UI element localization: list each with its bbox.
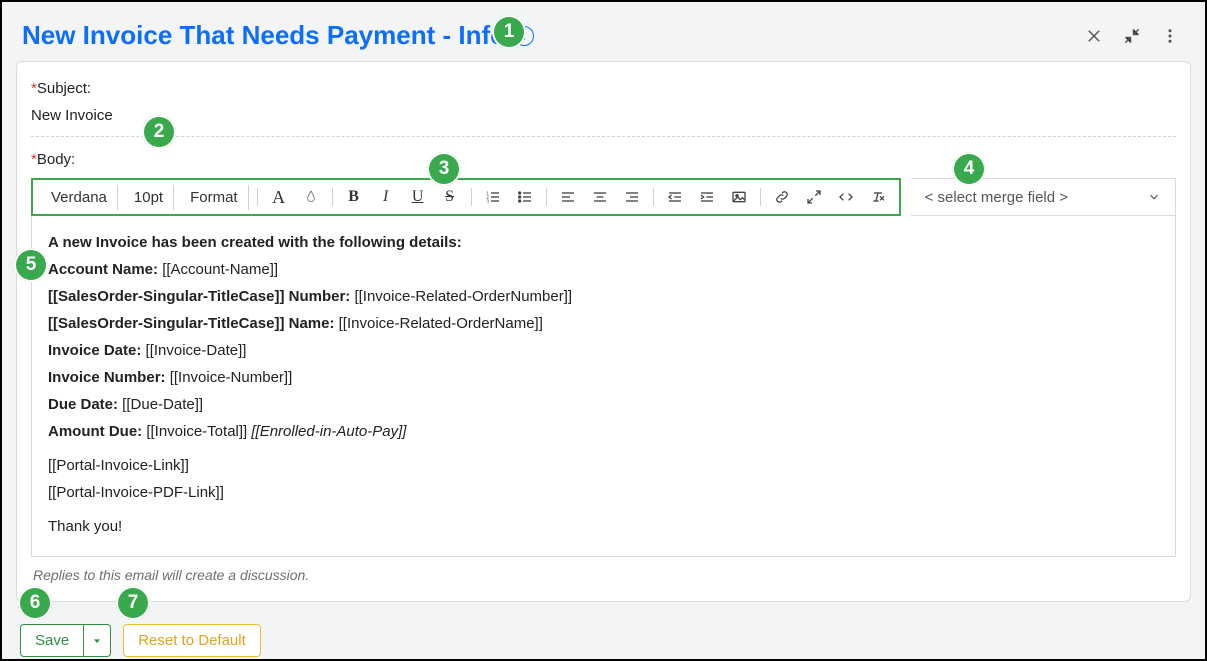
editor-line: A new Invoice has been created with the … bbox=[48, 231, 1159, 255]
editor-line: [[Portal-Invoice-Link]] bbox=[48, 454, 1159, 478]
svg-text:3: 3 bbox=[486, 198, 489, 203]
align-left-button[interactable] bbox=[555, 184, 581, 210]
merge-field-label: < select merge field > bbox=[925, 189, 1068, 206]
editor-card: *Subject: New Invoice *Body: Verdana 10p… bbox=[16, 61, 1191, 602]
font-color-button[interactable]: A bbox=[266, 184, 292, 210]
align-right-button[interactable] bbox=[619, 184, 645, 210]
ordered-list-button[interactable]: 123 bbox=[480, 184, 506, 210]
editor-line: [[Portal-Invoice-PDF-Link]] bbox=[48, 481, 1159, 505]
reset-to-default-button[interactable]: Reset to Default bbox=[123, 624, 261, 657]
font-size-select[interactable]: 10pt bbox=[124, 185, 174, 210]
bold-button[interactable]: B bbox=[341, 184, 367, 210]
close-icon[interactable] bbox=[1085, 27, 1103, 45]
editor-line: Due Date: [[Due-Date]] bbox=[48, 393, 1159, 417]
highlight-button[interactable] bbox=[298, 184, 324, 210]
header-actions bbox=[1085, 27, 1185, 45]
page-header: New Invoice That Needs Payment - Info i bbox=[2, 2, 1205, 61]
chevron-down-icon bbox=[1147, 190, 1161, 204]
outdent-button[interactable] bbox=[662, 184, 688, 210]
save-dropdown-button[interactable] bbox=[84, 625, 110, 656]
body-editor[interactable]: A new Invoice has been created with the … bbox=[31, 216, 1176, 557]
strikethrough-button[interactable]: S bbox=[437, 184, 463, 210]
editor-line: Amount Due: [[Invoice-Total]] [[Enrolled… bbox=[48, 420, 1159, 444]
editor-line: [[SalesOrder-Singular-TitleCase]] Number… bbox=[48, 285, 1159, 309]
underline-button[interactable]: U bbox=[405, 184, 431, 210]
editor-line: Invoice Number: [[Invoice-Number]] bbox=[48, 366, 1159, 390]
editor-line: Invoice Date: [[Invoice-Date]] bbox=[48, 339, 1159, 363]
callout-5: 5 bbox=[14, 248, 48, 282]
unordered-list-button[interactable] bbox=[512, 184, 538, 210]
format-select[interactable]: Format bbox=[180, 185, 249, 210]
align-center-button[interactable] bbox=[587, 184, 613, 210]
reply-note: Replies to this email will create a disc… bbox=[33, 567, 1174, 583]
footer-actions: Save Reset to Default bbox=[2, 602, 1205, 657]
editor-line: [[SalesOrder-Singular-TitleCase]] Name: … bbox=[48, 312, 1159, 336]
page-title: New Invoice That Needs Payment - Info bbox=[22, 20, 506, 51]
subject-input[interactable]: New Invoice bbox=[31, 107, 1176, 124]
editor-line: Account Name: [[Account-Name]] bbox=[48, 258, 1159, 282]
insert-link-button[interactable] bbox=[769, 184, 795, 210]
body-label: *Body: bbox=[31, 151, 1176, 168]
subject-label: *Subject: bbox=[31, 80, 1176, 97]
collapse-icon[interactable] bbox=[1123, 27, 1141, 45]
callout-6: 6 bbox=[18, 586, 52, 620]
caret-down-icon bbox=[92, 636, 102, 646]
clear-format-button[interactable] bbox=[865, 184, 891, 210]
divider bbox=[31, 136, 1176, 137]
page-title-row: New Invoice That Needs Payment - Info i bbox=[22, 20, 534, 51]
indent-button[interactable] bbox=[694, 184, 720, 210]
italic-button[interactable]: I bbox=[373, 184, 399, 210]
merge-field-select[interactable]: < select merge field > bbox=[911, 178, 1176, 216]
code-view-button[interactable] bbox=[833, 184, 859, 210]
kebab-menu-icon[interactable] bbox=[1161, 27, 1179, 45]
save-button[interactable]: Save bbox=[21, 625, 84, 656]
editor-line: Thank you! bbox=[48, 515, 1159, 539]
save-button-group: Save bbox=[20, 624, 111, 657]
callout-3: 3 bbox=[427, 152, 461, 186]
callout-1: 1 bbox=[492, 15, 526, 49]
fullscreen-button[interactable] bbox=[801, 184, 827, 210]
callout-4: 4 bbox=[952, 152, 986, 186]
font-family-select[interactable]: Verdana bbox=[41, 185, 118, 210]
insert-image-button[interactable] bbox=[726, 184, 752, 210]
callout-2: 2 bbox=[142, 115, 176, 149]
callout-7: 7 bbox=[116, 586, 150, 620]
rich-text-toolbar: Verdana 10pt Format A B I U S 123 bbox=[31, 178, 901, 216]
toolbar-row: Verdana 10pt Format A B I U S 123 bbox=[31, 178, 1176, 216]
